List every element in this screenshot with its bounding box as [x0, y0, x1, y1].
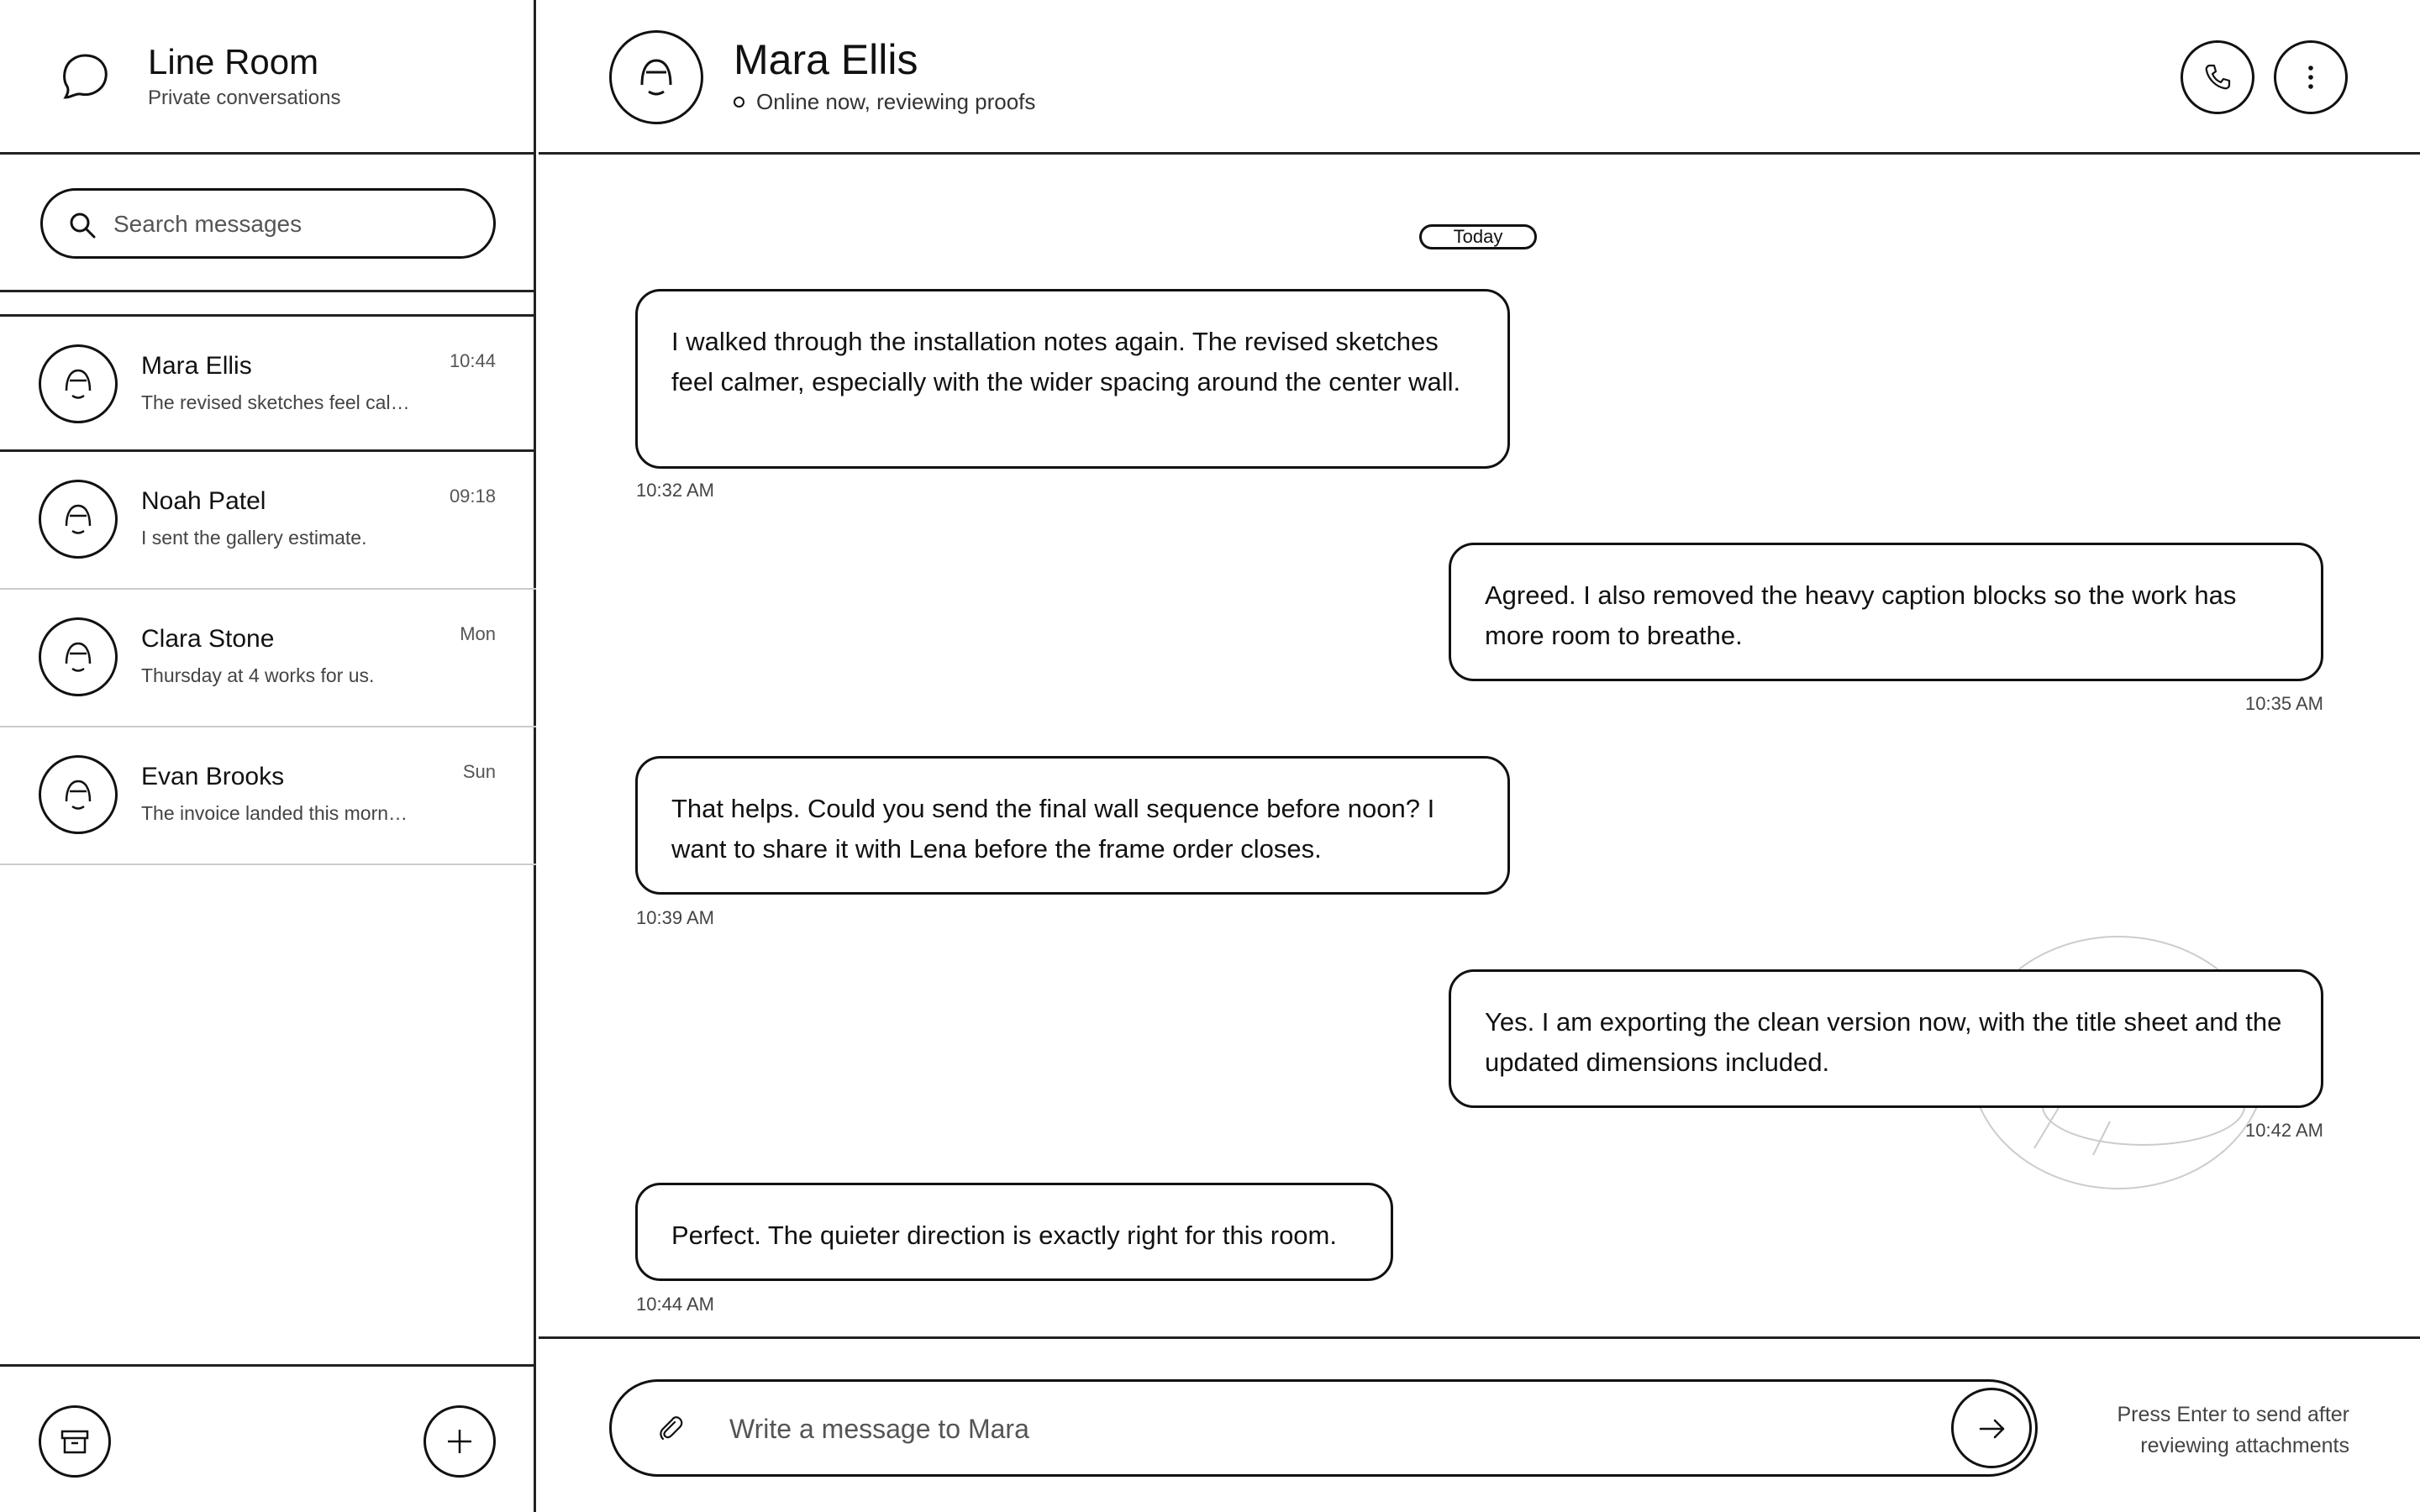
message-time: 10:39 AM [636, 907, 714, 928]
conversation-preview: The revised sketches feel cal… [141, 391, 410, 413]
app-window: Line Room Private conversations Search m… [0, 0, 2420, 1512]
sidebar: Line Room Private conversations Search m… [0, 0, 536, 1512]
app-title: Line Room [148, 42, 319, 81]
arrow-right-icon [1979, 1419, 2005, 1439]
conversation-time: 10:44 [449, 350, 496, 371]
message-time: 10:32 AM [636, 480, 714, 501]
avatar [39, 480, 118, 559]
conversation-name: Noah Patel [141, 487, 266, 515]
message-thread[interactable]: Today I walked through the installation … [539, 157, 2420, 1336]
chat-panel: Mara Ellis Online now, reviewing proofs [539, 0, 2420, 1512]
conversation-time: Sun [462, 761, 496, 782]
send-hint: Press Enter to send after reviewing atta… [2117, 1403, 2349, 1457]
conversation-time: 09:18 [449, 486, 496, 507]
sidebar-footer [0, 1364, 536, 1512]
more-options-button[interactable] [2274, 40, 2348, 114]
message-incoming: Perfect. The quieter direction is exactl… [635, 1183, 1393, 1281]
conversation-item-evan-brooks[interactable]: Evan Brooks The invoice landed this morn… [0, 727, 536, 865]
conversation-item-mara-ellis[interactable]: Mara Ellis The revised sketches feel cal… [0, 314, 536, 452]
conversation-preview: Thursday at 4 works for us. [141, 664, 375, 686]
conversation-preview: I sent the gallery estimate. [141, 527, 367, 549]
conversation-preview: The invoice landed this morn… [141, 802, 408, 824]
search-icon [70, 213, 96, 239]
status-text: Online now, reviewing proofs [756, 89, 1036, 114]
person-icon [65, 504, 92, 534]
conversation-name: Evan Brooks [141, 763, 285, 790]
message-time: 10:35 AM [2245, 693, 2323, 714]
call-button[interactable] [2181, 40, 2254, 114]
new-conversation-button[interactable] [424, 1405, 496, 1478]
contact-avatar[interactable] [609, 30, 703, 124]
conversation-item-noah-patel[interactable]: Noah Patel I sent the gallery estimate. … [0, 452, 536, 590]
conversation-list: Mara Ellis The revised sketches feel cal… [0, 314, 536, 865]
avatar [39, 617, 118, 696]
archive-icon [60, 1430, 89, 1454]
message-time: 10:44 AM [636, 1294, 714, 1315]
archive-button[interactable] [39, 1405, 111, 1478]
compose-box[interactable] [609, 1379, 2038, 1477]
person-icon [65, 369, 92, 399]
brand-header: Line Room Private conversations [0, 0, 536, 155]
conversation-name: Clara Stone [141, 625, 275, 653]
search-box[interactable] [40, 188, 496, 259]
paperclip-icon[interactable] [655, 1414, 686, 1444]
more-vertical-icon [2308, 66, 2313, 89]
person-icon [65, 780, 92, 810]
status-dot-icon [734, 97, 744, 108]
avatar [39, 755, 118, 834]
person-icon [640, 59, 672, 96]
person-icon [65, 642, 92, 672]
contact-status: Online now, reviewing proofs [734, 89, 1035, 115]
message-input[interactable] [729, 1405, 1889, 1452]
app-subtitle: Private conversations [148, 87, 341, 109]
avatar [39, 344, 118, 423]
conversation-item-clara-stone[interactable]: Clara Stone Thursday at 4 works for us. … [0, 590, 536, 727]
contact-name: Mara Ellis [734, 36, 918, 83]
message-incoming: That helps. Could you send the final wal… [635, 756, 1510, 895]
message-incoming: I walked through the installation notes … [635, 289, 1510, 469]
message-composer: Press Enter to send after reviewing atta… [539, 1336, 2420, 1512]
message-outgoing: Agreed. I also removed the heavy caption… [1449, 543, 2323, 681]
plus-icon [448, 1430, 471, 1453]
conversation-time: Mon [460, 623, 496, 644]
chat-bubble-logo-icon [63, 54, 108, 99]
search-section [0, 155, 536, 292]
date-divider: Today [1419, 224, 1537, 249]
message-time: 10:42 AM [2245, 1120, 2323, 1141]
send-button[interactable] [1951, 1388, 2032, 1468]
conversation-name: Mara Ellis [141, 352, 252, 380]
chat-header: Mara Ellis Online now, reviewing proofs [539, 0, 2420, 155]
phone-icon [2205, 64, 2231, 90]
message-outgoing: Yes. I am exporting the clean version no… [1449, 969, 2323, 1108]
search-input[interactable] [113, 202, 466, 246]
